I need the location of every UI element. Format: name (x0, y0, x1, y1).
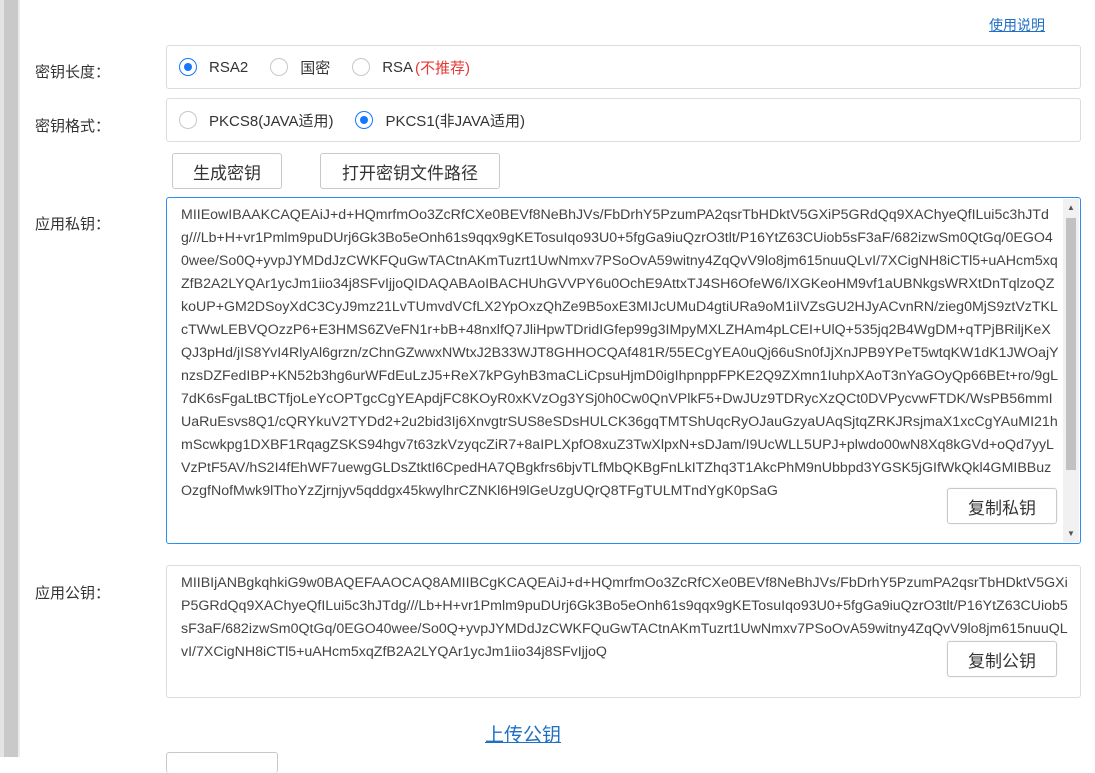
generate-key-button[interactable]: 生成密钥 (172, 153, 282, 189)
radio-rsa-label: RSA (382, 58, 414, 76)
radio-rsa[interactable]: RSA (不推荐) (352, 57, 470, 78)
key-length-label: 密钥长度： (35, 64, 111, 81)
private-key-label: 应用私钥： (35, 216, 111, 233)
open-key-path-button[interactable]: 打开密钥文件路径 (320, 153, 500, 189)
private-key-textarea[interactable]: MIIEowIBAAKCAQEAiJ+d+HQmrfmOo3ZcRfCXe0BE… (166, 197, 1081, 544)
radio-unchecked-icon (179, 111, 197, 129)
copy-public-key-button[interactable]: 复制公钥 (947, 641, 1057, 677)
scroll-thumb[interactable] (1066, 218, 1076, 470)
key-format-radio-group: PKCS8(JAVA适用) PKCS1(非JAVA适用) (166, 98, 1081, 142)
radio-sm-label: 国密 (300, 59, 331, 77)
key-length-radio-group: RSA2 国密 RSA (不推荐) (166, 45, 1081, 89)
radio-pkcs1[interactable]: PKCS1(非JAVA适用) (355, 110, 525, 131)
help-link[interactable]: 使用说明 (989, 15, 1045, 35)
public-key-textarea[interactable]: MIIBIjANBgkqhkiG9w0BAQEFAAOCAQ8AMIIBCgKC… (166, 565, 1081, 698)
copy-private-key-button[interactable]: 复制私钥 (947, 488, 1057, 524)
scroll-up-icon[interactable]: ▲ (1063, 199, 1079, 216)
radio-rsa2-label: RSA2 (209, 58, 249, 76)
private-key-scrollbar[interactable]: ▲ ▼ (1063, 199, 1079, 542)
radio-pkcs8[interactable]: PKCS8(JAVA适用) (179, 110, 333, 131)
public-key-label: 应用公钥： (35, 585, 111, 602)
radio-checked-icon (179, 58, 197, 76)
radio-rsa2[interactable]: RSA2 (179, 58, 248, 76)
radio-checked-icon (355, 111, 374, 129)
radio-pkcs8-label: PKCS8(JAVA适用) (209, 112, 334, 130)
private-key-text: MIIEowIBAAKCAQEAiJ+d+HQmrfmOo3ZcRfCXe0BE… (181, 207, 1059, 499)
public-key-text: MIIBIjANBgkqhkiG9w0BAQEFAAOCAQ8AMIIBCgKC… (181, 575, 1068, 660)
radio-sm[interactable]: 国密 (270, 57, 330, 78)
radio-pkcs1-label: PKCS1(非JAVA适用) (385, 112, 525, 130)
radio-unchecked-icon (270, 58, 289, 76)
key-format-label: 密钥格式： (35, 118, 111, 135)
left-divider (18, 0, 20, 757)
radio-unchecked-icon (352, 58, 371, 76)
scroll-down-icon[interactable]: ▼ (1063, 525, 1079, 542)
left-scrollbar-track (4, 0, 18, 757)
bottom-button-partial[interactable] (166, 752, 278, 773)
upload-public-key-link[interactable]: 上传公钥 (485, 720, 561, 747)
not-recommended-note: (不推荐) (415, 59, 471, 77)
